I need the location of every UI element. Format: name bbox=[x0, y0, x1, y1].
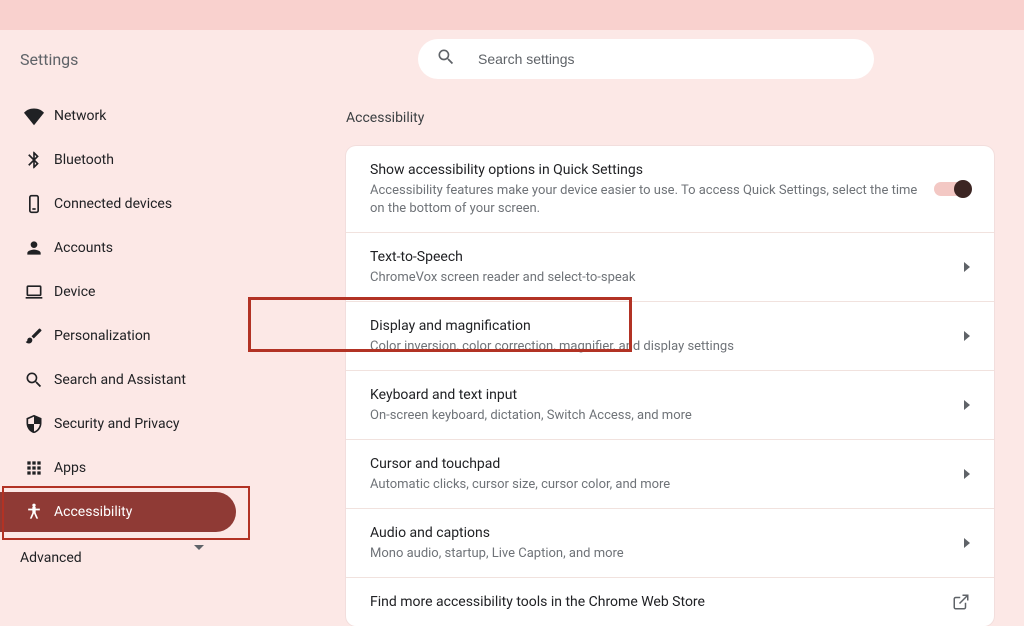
toggle-quick-settings[interactable] bbox=[934, 181, 970, 197]
sidebar-item-personalization[interactable]: Personalization bbox=[0, 316, 236, 356]
person-icon bbox=[24, 238, 54, 258]
section-title: Accessibility bbox=[346, 110, 994, 126]
search-wrap bbox=[418, 39, 874, 79]
row-title: Text-to-Speech bbox=[370, 247, 964, 267]
row-title: Show accessibility options in Quick Sett… bbox=[370, 160, 934, 180]
row-title: Audio and captions bbox=[370, 523, 964, 543]
sidebar-item-bluetooth[interactable]: Bluetooth bbox=[0, 140, 236, 180]
header: Settings bbox=[0, 30, 1024, 88]
search-icon bbox=[436, 47, 456, 71]
sidebar-item-label: Device bbox=[54, 284, 95, 300]
row-text-to-speech[interactable]: Text-to-Speech ChromeVox screen reader a… bbox=[346, 233, 994, 302]
row-quick-settings[interactable]: Show accessibility options in Quick Sett… bbox=[346, 146, 994, 233]
row-chrome-web-store[interactable]: Find more accessibility tools in the Chr… bbox=[346, 578, 994, 626]
shield-icon bbox=[24, 414, 54, 434]
chevron-right-icon bbox=[964, 262, 970, 272]
row-text: Cursor and touchpad Automatic clicks, cu… bbox=[370, 454, 964, 494]
sidebar-item-security-privacy[interactable]: Security and Privacy bbox=[0, 404, 236, 444]
search-box[interactable] bbox=[418, 39, 874, 79]
sidebar-item-accounts[interactable]: Accounts bbox=[0, 228, 236, 268]
brush-icon bbox=[24, 326, 54, 346]
title-bar-strip bbox=[0, 0, 1024, 30]
sidebar-advanced[interactable]: Advanced bbox=[0, 538, 260, 578]
sidebar: Network Bluetooth Connected devices Acco… bbox=[0, 88, 260, 598]
apps-icon bbox=[24, 458, 54, 478]
row-sub: On-screen keyboard, dictation, Switch Ac… bbox=[370, 407, 964, 425]
sidebar-item-label: Search and Assistant bbox=[54, 372, 186, 388]
accessibility-icon bbox=[24, 502, 54, 522]
laptop-icon bbox=[24, 282, 54, 302]
row-keyboard-text[interactable]: Keyboard and text input On-screen keyboa… bbox=[346, 371, 994, 440]
sidebar-item-accessibility[interactable]: Accessibility bbox=[0, 492, 236, 532]
search-input[interactable] bbox=[478, 51, 856, 67]
wifi-icon bbox=[24, 106, 54, 126]
row-text: Display and magnification Color inversio… bbox=[370, 316, 964, 356]
settings-card: Show accessibility options in Quick Sett… bbox=[346, 146, 994, 626]
phone-icon bbox=[24, 194, 54, 214]
chevron-right-icon bbox=[964, 400, 970, 410]
row-sub: Automatic clicks, cursor size, cursor co… bbox=[370, 476, 964, 494]
row-sub: Accessibility features make your device … bbox=[370, 182, 934, 218]
page-title: Settings bbox=[20, 50, 78, 69]
row-title: Find more accessibility tools in the Chr… bbox=[370, 592, 952, 612]
body: Network Bluetooth Connected devices Acco… bbox=[0, 88, 1024, 598]
row-text: Text-to-Speech ChromeVox screen reader a… bbox=[370, 247, 964, 287]
sidebar-item-network[interactable]: Network bbox=[0, 96, 236, 136]
sidebar-item-label: Connected devices bbox=[54, 196, 172, 212]
row-text: Audio and captions Mono audio, startup, … bbox=[370, 523, 964, 563]
row-text: Show accessibility options in Quick Sett… bbox=[370, 160, 934, 218]
sidebar-item-search-assistant[interactable]: Search and Assistant bbox=[0, 360, 236, 400]
chevron-right-icon bbox=[964, 538, 970, 548]
row-action bbox=[934, 181, 970, 197]
sidebar-item-apps[interactable]: Apps bbox=[0, 448, 236, 488]
row-title: Cursor and touchpad bbox=[370, 454, 964, 474]
row-cursor-touchpad[interactable]: Cursor and touchpad Automatic clicks, cu… bbox=[346, 440, 994, 509]
main-content: Accessibility Show accessibility options… bbox=[260, 88, 1024, 598]
row-display-magnification[interactable]: Display and magnification Color inversio… bbox=[346, 302, 994, 371]
sidebar-item-label: Apps bbox=[54, 460, 86, 476]
search-icon bbox=[24, 370, 54, 390]
row-sub: Color inversion, color correction, magni… bbox=[370, 338, 964, 356]
row-text: Find more accessibility tools in the Chr… bbox=[370, 592, 952, 612]
sidebar-item-connected-devices[interactable]: Connected devices bbox=[0, 184, 236, 224]
toggle-thumb bbox=[954, 180, 972, 198]
row-title: Display and magnification bbox=[370, 316, 964, 336]
row-text: Keyboard and text input On-screen keyboa… bbox=[370, 385, 964, 425]
sidebar-item-label: Personalization bbox=[54, 328, 151, 344]
sidebar-item-label: Accessibility bbox=[54, 504, 132, 520]
chevron-down-icon bbox=[194, 550, 204, 566]
chevron-right-icon bbox=[964, 331, 970, 341]
row-title: Keyboard and text input bbox=[370, 385, 964, 405]
sidebar-item-label: Accounts bbox=[54, 240, 113, 256]
advanced-label: Advanced bbox=[20, 550, 194, 566]
row-sub: ChromeVox screen reader and select-to-sp… bbox=[370, 269, 964, 287]
sidebar-item-device[interactable]: Device bbox=[0, 272, 236, 312]
row-sub: Mono audio, startup, Live Caption, and m… bbox=[370, 545, 964, 563]
sidebar-item-label: Bluetooth bbox=[54, 152, 114, 168]
row-audio-captions[interactable]: Audio and captions Mono audio, startup, … bbox=[346, 509, 994, 578]
sidebar-item-label: Network bbox=[54, 108, 106, 124]
chevron-right-icon bbox=[964, 469, 970, 479]
bluetooth-icon bbox=[24, 150, 54, 170]
external-link-icon bbox=[952, 593, 970, 611]
sidebar-item-label: Security and Privacy bbox=[54, 416, 180, 432]
